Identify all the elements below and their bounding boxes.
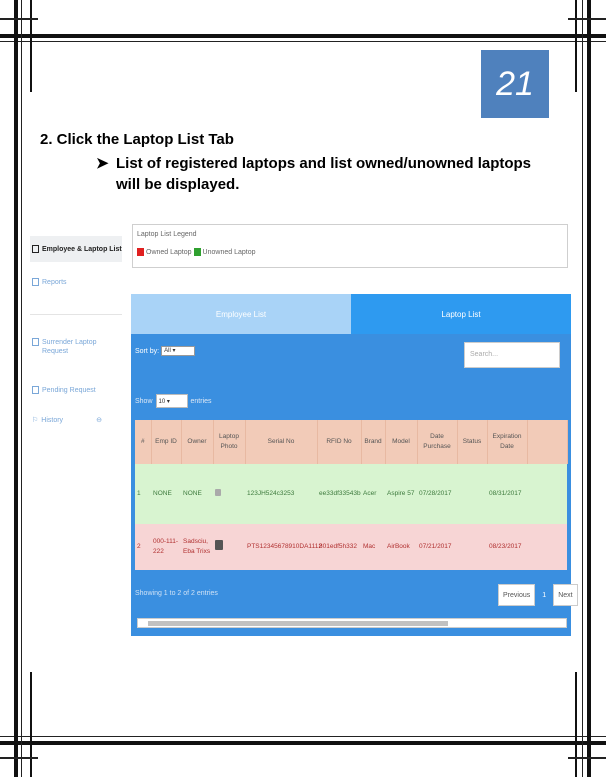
step-heading: 2. Click the Laptop List Tab	[40, 131, 234, 148]
entries-select[interactable]: 10 ▾	[155, 394, 188, 408]
column-header-actions	[527, 420, 568, 464]
table-row[interactable]: 2 000-111-222 Sadsciu, Eba Trixs PTS1234…	[135, 524, 567, 570]
laptop-table: # Emp ID Owner Laptop Photo Serial No RF…	[135, 420, 568, 570]
unowned-swatch	[193, 248, 201, 256]
bullet-paragraph: ➤ List of registered laptops and list ow…	[96, 153, 576, 195]
cell-actions[interactable]	[527, 464, 567, 524]
cell: 000-111-222	[151, 524, 181, 570]
sidebar-item-label: Employee & Laptop List	[42, 246, 122, 253]
showing-entries: Showing 1 to 2 of 2 entries	[135, 590, 218, 597]
tab-employee-list[interactable]: Employee List	[131, 294, 351, 334]
sidebar-item-label: History	[41, 417, 64, 424]
table-row[interactable]: 1 NONE NONE 123JH524c3253 ee33df33543b A…	[135, 464, 567, 524]
page-number: 21	[481, 50, 549, 118]
sidebar-item-label: Surrender Laptop Request	[42, 339, 97, 355]
show-entries: Show 10 ▾ entries	[135, 394, 212, 408]
chevron-left-icon: ⊖	[96, 417, 102, 424]
column-header[interactable]: Expiration Date	[487, 420, 528, 464]
show-label: Show	[135, 397, 153, 405]
sidebar-item-surrender-laptop-request[interactable]: Surrender Laptop Request	[32, 338, 102, 356]
file-icon	[32, 338, 39, 346]
previous-button[interactable]: Previous	[498, 584, 536, 606]
cell-actions[interactable]	[527, 524, 567, 570]
cell: Mac	[361, 524, 385, 570]
column-header[interactable]: RFID No	[317, 420, 362, 464]
horizontal-scrollbar[interactable]	[137, 618, 567, 628]
pagination: Previous 1 Next	[498, 584, 578, 606]
cell: 07/21/2017	[417, 524, 457, 570]
sidebar: Employee & Laptop List Reports Surrender…	[30, 222, 122, 642]
hourglass-icon	[32, 386, 39, 394]
cell: NONE	[181, 464, 213, 524]
app-screenshot: Employee & Laptop List Reports Surrender…	[30, 222, 578, 642]
legend-owned-label: Owned Laptop	[146, 248, 192, 256]
sort-by-select[interactable]: All ▾	[161, 346, 196, 356]
arrow-bullet-icon: ➤	[96, 155, 109, 172]
cell: 08/23/2017	[487, 524, 527, 570]
bullet-line-1: List of registered laptops and list owne…	[116, 155, 532, 172]
cell: ee33df33543b	[317, 464, 361, 524]
sidebar-item-pending-request[interactable]: Pending Request	[32, 386, 96, 395]
cell: Acer	[361, 464, 385, 524]
cell	[457, 464, 487, 524]
laptop-list-legend: Laptop List Legend Owned Laptop Unowned …	[132, 224, 568, 268]
column-header[interactable]: Model	[385, 420, 418, 464]
sidebar-item-history[interactable]: ⚐ History ⊖	[32, 416, 120, 425]
entries-value: 10	[158, 399, 166, 405]
cell-photo	[213, 464, 245, 524]
search-input[interactable]: Search...	[464, 342, 560, 368]
column-header[interactable]: Owner	[181, 420, 214, 464]
entries-label: entries	[190, 397, 212, 405]
laptop-photo	[215, 488, 221, 496]
cell	[457, 524, 487, 570]
column-header[interactable]: Laptop Photo	[213, 420, 246, 464]
cell: 801edf5h332	[317, 524, 361, 570]
page-button-current[interactable]: 1	[537, 584, 552, 606]
table-header-row: # Emp ID Owner Laptop Photo Serial No RF…	[135, 420, 568, 464]
sidebar-divider	[30, 314, 122, 315]
sidebar-item-label: Reports	[42, 279, 67, 286]
list-panel: Employee List Laptop List Sort by: All ▾…	[131, 294, 578, 636]
sidebar-item-reports[interactable]: Reports	[32, 278, 67, 287]
cell-photo	[213, 524, 245, 570]
next-button[interactable]: Next	[553, 584, 578, 606]
cell: Sadsciu, Eba Trixs	[181, 524, 213, 570]
column-header[interactable]: Date Purchase	[417, 420, 458, 464]
cell: 123JH524c3253	[245, 464, 317, 524]
sidebar-item-label: Pending Request	[42, 387, 96, 394]
bullet-line-2: will be displayed.	[116, 176, 240, 193]
column-header[interactable]: Status	[457, 420, 488, 464]
sort-by: Sort by: All ▾	[135, 346, 196, 356]
cell: AirBook	[385, 524, 417, 570]
cell: PTS12345678910DA1112	[245, 524, 322, 570]
scrollbar-thumb[interactable]	[148, 621, 448, 626]
column-header[interactable]: Emp ID	[151, 420, 182, 464]
cell: 08/31/2017	[487, 464, 527, 524]
column-header[interactable]: Brand	[361, 420, 386, 464]
chart-icon	[32, 278, 39, 286]
flag-icon: ⚐	[32, 417, 39, 424]
tab-laptop-list[interactable]: Laptop List	[351, 294, 571, 334]
legend-entries: Owned Laptop Unowned Laptop	[137, 248, 563, 256]
cell: 2	[135, 524, 151, 570]
column-header[interactable]: #	[135, 420, 152, 464]
cell: Aspire 57	[385, 464, 417, 524]
column-header[interactable]: Serial No	[245, 420, 318, 464]
sort-by-value: All	[164, 348, 171, 354]
cell: 1	[135, 464, 151, 524]
cell: 07/28/2017	[417, 464, 457, 524]
legend-unowned-label: Unowned Laptop	[202, 248, 256, 256]
document-icon	[32, 245, 39, 253]
laptop-photo	[215, 540, 223, 550]
owned-swatch	[137, 248, 144, 256]
tab-bar: Employee List Laptop List	[131, 294, 571, 334]
sort-by-label: Sort by:	[135, 347, 160, 355]
legend-title: Laptop List Legend	[137, 231, 197, 238]
cell: NONE	[151, 464, 181, 524]
sidebar-item-employee-laptop-list[interactable]: Employee & Laptop List	[30, 236, 122, 262]
